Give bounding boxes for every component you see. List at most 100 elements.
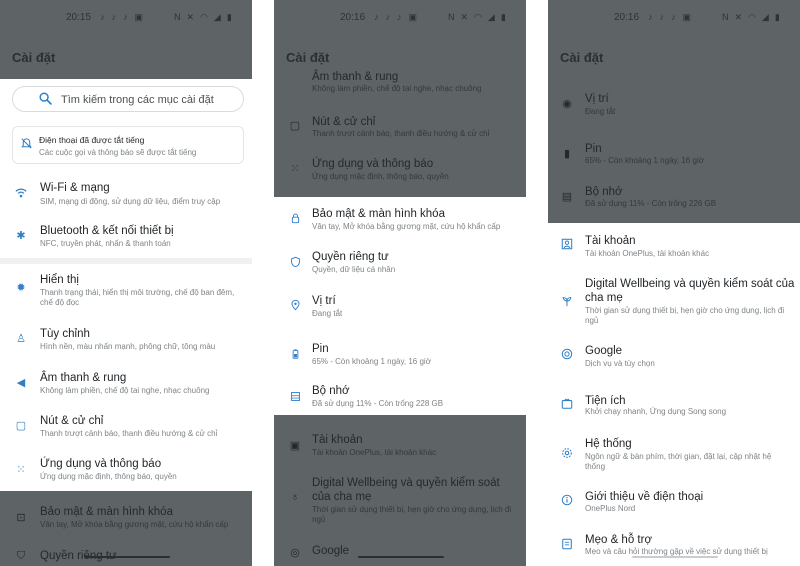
tips-icon (560, 537, 574, 551)
item-title: Bảo mật & màn hình khóa (312, 208, 445, 220)
location-icon: ◉ (562, 97, 572, 110)
info-icon (560, 493, 574, 507)
image-icon: ▣ (408, 11, 418, 22)
settings-item-sound[interactable]: Âm thanh & rung Không làm phiền, chế độ … (274, 70, 526, 94)
page-title: Cài đặt (12, 50, 56, 65)
item-title: Bộ nhớ (312, 385, 350, 397)
item-subtitle: Không làm phiền, chế độ tai nghe, nhạc c… (312, 84, 482, 93)
settings-item-privacy[interactable]: Quyền riêng tư Quyền, dữ liệu cá nhân (274, 246, 526, 284)
item-title: Quyền riêng tư (312, 251, 389, 263)
mute-icon: ✕ (734, 11, 743, 22)
settings-item-google[interactable]: ◎ Google (274, 542, 526, 566)
item-subtitle: Tài khoản OnePlus, tài khoản khác (585, 249, 710, 258)
settings-item-storage[interactable]: ▤ Bộ nhớ Đã sử dụng 11% - Còn trống 226 … (548, 183, 800, 213)
privacy-icon: ⛉ (16, 549, 26, 562)
tiktok-icon: ♪ (671, 11, 676, 22)
silent-mode-notice[interactable]: Điện thoại đã được tắt tiếng Các cuộc gọ… (12, 126, 244, 164)
item-title: Nút & cử chỉ (312, 116, 376, 128)
search-placeholder: Tìm kiếm trong các mục cài đặt (61, 94, 214, 106)
item-subtitle: SIM, mạng di động, sử dụng dữ liệu, điểm… (40, 197, 221, 206)
item-title: Giới thiệu về điện thoại (585, 491, 704, 503)
status-time: 20:16 (340, 11, 366, 23)
button-icon: ▢ (289, 119, 301, 132)
item-subtitle: Thời gian sử dụng thiết bị, hẹn giờ cho … (312, 505, 512, 524)
utilities-icon (560, 397, 574, 411)
status-bar: 20:15 ♪ ♪ ♪ ▣ N ✕ ◠ ◢ ▮ (0, 10, 252, 24)
settings-item-security[interactable]: ⊡ Bảo mật & màn hình khóa Vân tay, Mở kh… (0, 502, 252, 538)
location-icon (288, 298, 302, 312)
settings-item-about-phone[interactable]: Giới thiệu về điện thoại OnePlus Nord (548, 488, 800, 522)
item-title: Google (312, 545, 350, 557)
wifi-status-icon: ◠ (748, 11, 756, 22)
tiktok-icon: ♪ (123, 11, 128, 22)
settings-item-apps[interactable]: ⁙ Ứng dụng và thông báo Ứng dụng mặc địn… (274, 155, 526, 185)
item-title: Âm thanh & rung (40, 372, 127, 384)
volume-icon: ◀ (16, 376, 26, 389)
item-title: Hệ thống (585, 438, 632, 450)
notice-title: Điện thoại đã được tắt tiếng (39, 135, 145, 145)
settings-item-account[interactable]: Tài khoản Tài khoản OnePlus, tài khoản k… (548, 232, 800, 268)
settings-item-utilities[interactable]: Tiện ích Khởi chạy nhanh, Ứng dụng Song … (548, 392, 800, 428)
settings-item-system[interactable]: Hệ thống Ngôn ngữ & bàn phím, thời gian,… (548, 436, 800, 476)
wifi-status-icon: ◠ (474, 11, 482, 22)
settings-item-account[interactable]: ▣ Tài khoản Tài khoản OnePlus, tài khoản… (274, 430, 526, 464)
wifi-icon (14, 186, 28, 200)
settings-item-battery[interactable]: ▮ Pin 65% - Còn khoảng 1 ngày, 16 giờ (548, 140, 800, 170)
nfc-icon: N (174, 11, 181, 22)
tiktok-icon: ♪ (385, 11, 391, 22)
settings-item-wellbeing[interactable]: Digital Wellbeing và quyền kiểm soát của… (548, 276, 800, 328)
item-title: Tiện ích (585, 395, 626, 407)
item-subtitle: Không làm phiền, chế độ tai nghe, nhạc c… (40, 386, 210, 395)
settings-item-wifi[interactable]: Wi-Fi & mạng SIM, mạng di động, sử dụng … (0, 176, 252, 218)
item-subtitle: Vân tay, Mở khóa bằng gương mặt, cứu hộ … (40, 520, 229, 529)
item-title: Bảo mật & màn hình khóa (40, 506, 173, 518)
settings-item-buttons[interactable]: ▢ Nút & cử chỉ Thanh trượt cảnh báo, tha… (0, 409, 252, 449)
item-title: Google (585, 345, 623, 357)
item-subtitle: Đã sử dụng 11% - Còn trống 228 GB (312, 399, 444, 408)
settings-item-battery[interactable]: Pin 65% - Còn khoảng 1 ngày, 16 giờ (274, 338, 526, 374)
item-subtitle: Tài khoản OnePlus, tài khoản khác (312, 448, 437, 457)
item-title: Vị trí (585, 93, 609, 105)
bluetooth-icon: ✱ (16, 229, 26, 242)
settings-item-sound[interactable]: ◀ Âm thanh & rung Không làm phiền, chế đ… (0, 366, 252, 406)
status-bar: 20:16 ♪ ♪ ♪ ▣ N ✕ ◠ ◢ ▮ (274, 10, 526, 24)
settings-item-tips[interactable]: Mẹo & hỗ trợ Mẹo và câu hỏi thường gặp v… (548, 532, 800, 566)
settings-item-bluetooth[interactable]: ✱ Bluetooth & kết nối thiết bị NFC, truy… (0, 218, 252, 258)
settings-item-location[interactable]: Vị trí Đang tắt (274, 290, 526, 328)
tiktok-icon: ♪ (374, 11, 379, 22)
settings-item-storage[interactable]: Bộ nhớ Đã sử dụng 11% - Còn trống 228 GB (274, 380, 526, 414)
nav-gesture-bar[interactable] (358, 556, 444, 558)
nav-gesture-bar[interactable] (84, 556, 170, 558)
notification-icons: ♪ ♪ ♪ ▣ (648, 12, 691, 23)
status-bar: 20:16 ♪ ♪ ♪ ▣ N ✕ ◠ ◢ ▮ (548, 10, 800, 24)
settings-item-google[interactable]: Google Dịch vụ và tùy chọn (548, 342, 800, 378)
status-time: 20:16 (614, 11, 640, 23)
item-subtitle: Dịch vụ và tùy chọn (585, 359, 655, 368)
item-title: Digital Wellbeing và quyền kiểm soát của… (585, 278, 795, 304)
nav-gesture-bar[interactable] (632, 556, 718, 558)
settings-item-wellbeing[interactable]: ♁ Digital Wellbeing và quyền kiểm soát c… (274, 474, 526, 524)
notification-icons: ♪ ♪ ♪ ▣ (374, 12, 417, 23)
settings-item-display[interactable]: ✹ Hiển thị Thanh trạng thái, hiển thị mô… (0, 268, 252, 312)
item-subtitle: 65% - Còn khoảng 1 ngày, 16 giờ (585, 156, 704, 165)
search-input[interactable]: Tìm kiếm trong các mục cài đặt (12, 86, 244, 112)
nfc-icon: N (722, 11, 729, 22)
account-icon: ▣ (289, 439, 301, 452)
notification-icons: ♪ ♪ ♪ ▣ (100, 12, 143, 23)
settings-item-customization[interactable]: ♙ Tùy chỉnh Hình nền, màu nhấn mạnh, phô… (0, 322, 252, 362)
item-subtitle: Ứng dụng mặc định, thông báo, quyền (40, 472, 177, 481)
lock-icon: ⊡ (16, 511, 26, 524)
apps-icon: ⁙ (290, 162, 300, 175)
screen-3: 20:16 ♪ ♪ ♪ ▣ N ✕ ◠ ◢ ▮ Cài đặt ◉ Vị trí Đang t… (548, 0, 800, 566)
item-title: Pin (585, 143, 602, 155)
settings-item-security[interactable]: Bảo mật & màn hình khóa Vân tay, Mở khóa… (274, 204, 526, 242)
item-title: Bộ nhớ (585, 186, 623, 198)
bell-off-icon (21, 138, 32, 149)
notice-subtitle: Các cuộc gọi và thông báo sẽ được tắt ti… (39, 148, 197, 157)
settings-item-apps[interactable]: ⁙ Ứng dụng và thông báo Ứng dụng mặc địn… (0, 452, 252, 490)
item-title: Digital Wellbeing và quyền kiểm soát của… (312, 477, 500, 503)
settings-item-location[interactable]: ◉ Vị trí Đang tắt (548, 92, 800, 122)
settings-item-buttons[interactable]: ▢ Nút & cử chỉ Thanh trượt cảnh báo, tha… (274, 112, 526, 142)
google-icon (560, 347, 574, 361)
screen-1: 20:15 ♪ ♪ ♪ ▣ N ✕ ◠ ◢ ▮ Cài đặt Tìm kiếm trong … (0, 0, 252, 566)
